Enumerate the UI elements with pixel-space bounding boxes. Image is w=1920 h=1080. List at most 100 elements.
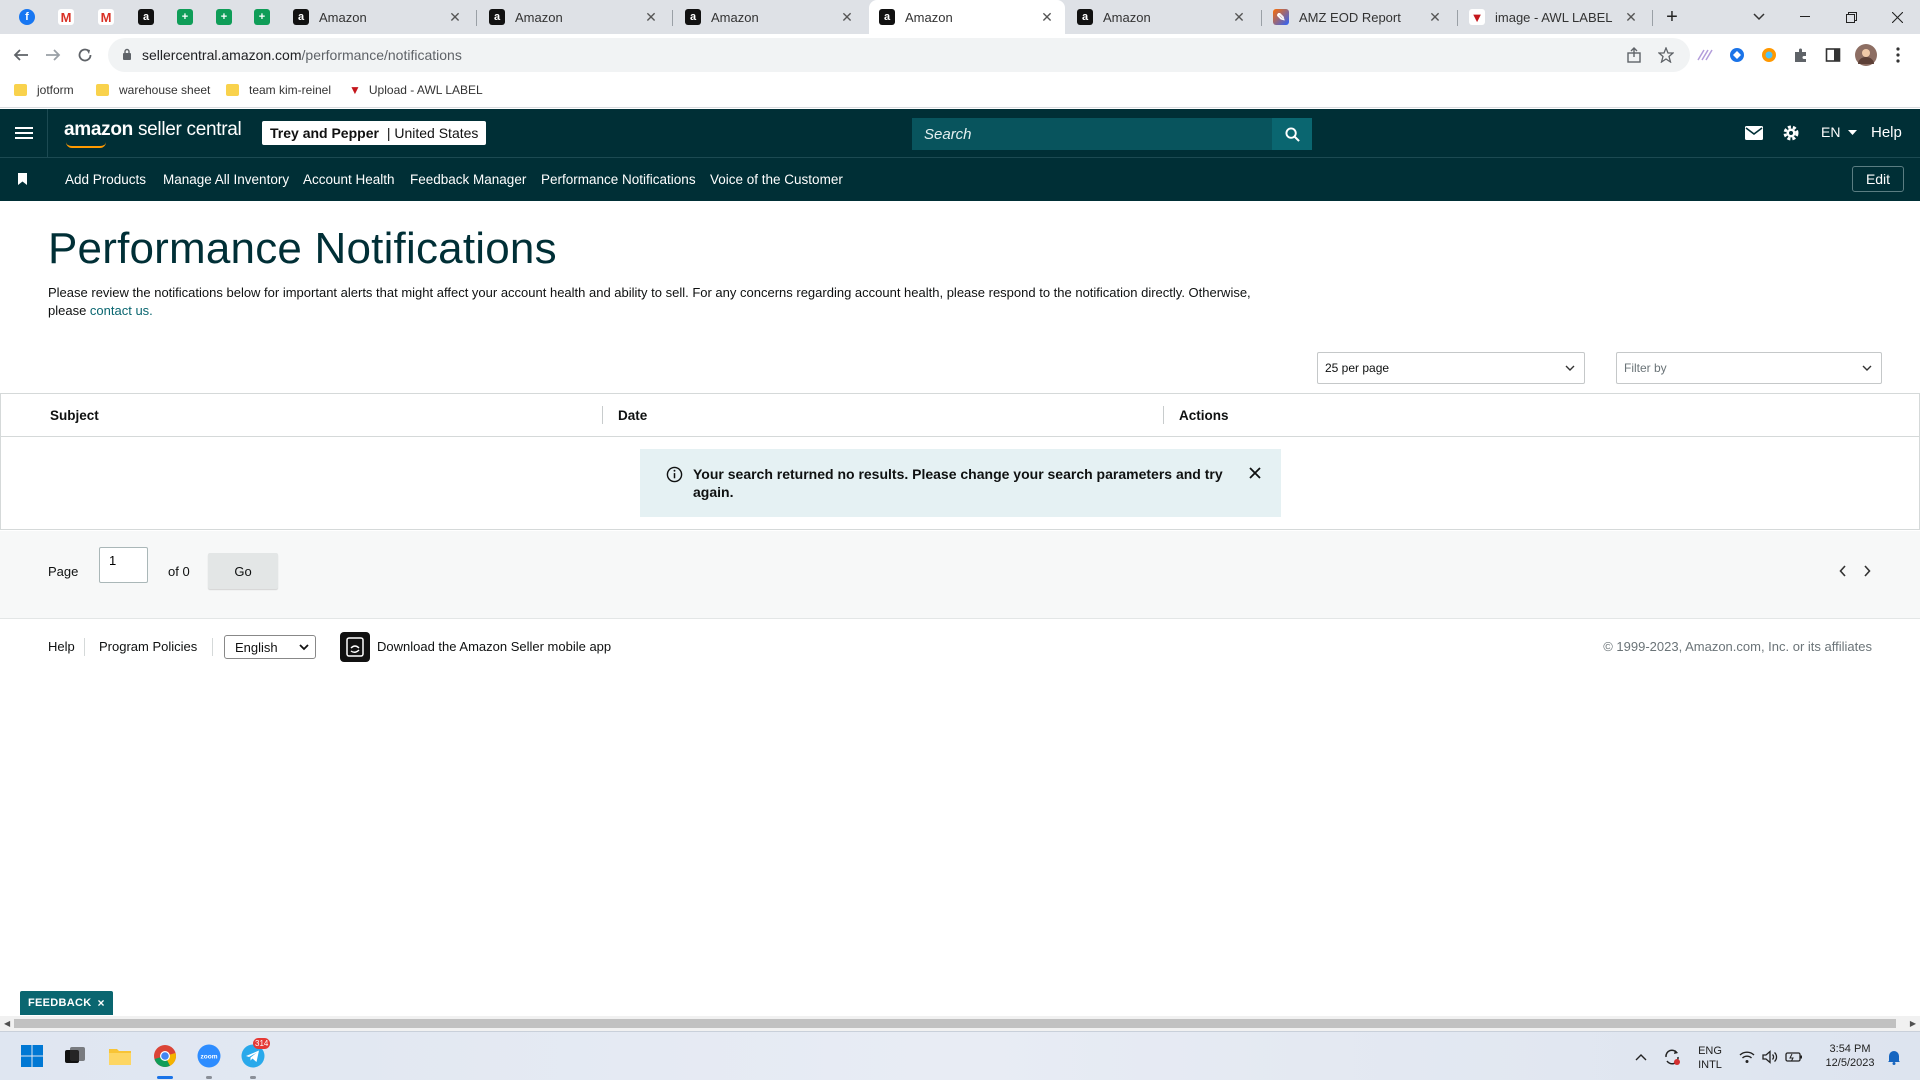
footer-help-link[interactable]: Help [48,639,75,654]
pinned-tab-amazon[interactable]: a [133,6,159,28]
notification-bell-icon[interactable] [1885,1048,1903,1066]
browser-tab[interactable]: a Amazon ✕ [1067,0,1257,34]
horizontal-scrollbar[interactable]: ◀ ▶ [0,1016,1920,1031]
task-view-icon[interactable] [61,1042,89,1070]
tab-close-icon[interactable]: ✕ [643,9,659,26]
nav-manage-all-inventory[interactable]: Manage All Inventory [163,172,289,187]
pinned-tab-gmail-1[interactable]: M [53,6,79,28]
awl-icon: ▼ [1469,9,1485,25]
scrollbar-thumb[interactable] [14,1019,1896,1028]
go-button[interactable]: Go [208,553,278,589]
tab-close-icon[interactable]: ✕ [839,9,855,26]
pinned-tab-sheets-1[interactable]: + [172,6,198,28]
tab-close-icon[interactable]: ✕ [1231,9,1247,26]
amazon-seller-app-icon[interactable] [340,632,370,662]
minimize-icon[interactable] [1782,0,1828,34]
column-date[interactable]: Date [618,408,647,423]
new-tab-button[interactable]: + [1649,0,1695,34]
address-bar[interactable]: sellercentral.amazon.com/performance/not… [108,38,1690,72]
feedback-tab[interactable]: FEEDBACK × [20,991,113,1015]
language-selector[interactable]: EN [1821,124,1858,140]
input-language-indicator[interactable]: ENG INTL [1694,1044,1726,1072]
download-app-link[interactable]: Download the Amazon Seller mobile app [377,639,611,654]
file-explorer-icon[interactable] [106,1042,134,1070]
show-hidden-icons-icon[interactable] [1632,1048,1650,1066]
next-page-icon[interactable] [1860,563,1874,579]
search-button[interactable] [1272,118,1312,150]
pinned-tab-gmail-2[interactable]: M [93,6,119,28]
tab-close-icon[interactable]: ✕ [1427,9,1443,26]
feedback-close-icon[interactable]: × [98,996,105,1010]
open-app-indicator [250,1076,256,1079]
volume-icon[interactable] [1761,1048,1779,1066]
side-panel-icon[interactable] [1824,46,1842,64]
footer-language-select[interactable]: English [224,635,316,659]
pinned-tab-facebook[interactable]: f [14,6,40,28]
extension-translate-icon[interactable] [1696,46,1714,64]
reload-icon[interactable] [72,42,98,68]
bookmark-icon[interactable] [18,172,27,190]
header-help-link[interactable]: Help [1871,124,1902,141]
pinned-tab-sheets-2[interactable]: + [211,6,237,28]
page-label: Page [48,564,79,579]
browser-tab[interactable]: ▼ image - AWL LABEL ✕ [1459,0,1649,34]
browser-tab[interactable]: ✎ AMZ EOD Report ✕ [1263,0,1453,34]
bookmark-team-kim-reinel[interactable]: team kim-reinel [226,83,331,97]
browser-tab-active[interactable]: a Amazon ✕ [869,0,1065,34]
pinned-tab-sheets-3[interactable]: + [249,6,275,28]
mail-icon[interactable] [1743,123,1765,143]
wifi-icon[interactable] [1738,1048,1756,1066]
column-subject[interactable]: Subject [50,408,99,423]
bookmark-jotform[interactable]: jotform [14,83,74,97]
footer-program-policies-link[interactable]: Program Policies [99,639,197,654]
nav-voice-of-the-customer[interactable]: Voice of the Customer [710,172,843,187]
header-search-input[interactable] [912,118,1272,150]
extension-orange-icon[interactable] [1760,46,1778,64]
edit-nav-button[interactable]: Edit [1852,166,1904,192]
nav-feedback-manager[interactable]: Feedback Manager [410,172,526,187]
bookmark-upload-awl-label[interactable]: ▼ Upload - AWL LABEL [349,83,483,97]
sync-icon[interactable] [1663,1048,1681,1066]
browser-tab[interactable]: a Amazon ✕ [283,0,473,34]
forward-icon[interactable] [40,42,66,68]
settings-gear-icon[interactable] [1780,123,1802,143]
scroll-left-icon[interactable]: ◀ [4,1019,10,1028]
browser-tab[interactable]: a Amazon ✕ [675,0,865,34]
windows-start-icon[interactable] [18,1042,46,1070]
close-icon[interactable] [1249,467,1261,479]
per-page-select[interactable]: 25 per page [1317,352,1585,384]
scroll-right-icon[interactable]: ▶ [1910,1019,1916,1028]
filter-by-select[interactable]: Filter by [1616,352,1882,384]
chrome-menu-icon[interactable] [1889,46,1907,64]
nav-add-products[interactable]: Add Products [65,172,146,187]
close-window-icon[interactable] [1874,0,1920,34]
hamburger-menu-icon[interactable] [12,121,36,145]
browser-tab[interactable]: a Amazon ✕ [479,0,669,34]
tab-close-icon[interactable]: ✕ [447,9,463,26]
nav-performance-notifications[interactable]: Performance Notifications [541,172,696,187]
share-icon[interactable] [1625,46,1643,64]
battery-icon[interactable] [1785,1048,1803,1066]
contact-us-link[interactable]: contact us. [90,303,153,318]
back-icon[interactable] [8,42,34,68]
star-icon[interactable] [1657,46,1675,64]
previous-page-icon[interactable] [1836,563,1850,579]
nav-account-health[interactable]: Account Health [303,172,395,187]
seller-central-logo[interactable]: amazon seller central [64,119,242,141]
extension-blue-icon[interactable] [1728,46,1746,64]
telegram-icon[interactable]: 314 [239,1038,271,1070]
clock[interactable]: 3:54 PM 12/5/2023 [1818,1042,1882,1070]
chrome-icon[interactable] [151,1042,179,1070]
bookmark-warehouse-sheet[interactable]: warehouse sheet [96,83,210,97]
tab-close-icon[interactable]: ✕ [1623,9,1639,26]
page-number-input[interactable] [99,547,148,583]
zoom-icon[interactable]: zoom [195,1042,223,1070]
extensions-puzzle-icon[interactable] [1792,46,1810,64]
account-switcher[interactable]: Trey and Pepper | United States [262,121,487,145]
restore-icon[interactable] [1828,0,1874,34]
tab-search-icon[interactable] [1736,0,1782,34]
sheets-icon: + [216,9,232,25]
tab-close-icon[interactable]: ✕ [1039,9,1055,26]
profile-avatar[interactable] [1855,44,1877,66]
chevron-down-icon [299,644,309,651]
